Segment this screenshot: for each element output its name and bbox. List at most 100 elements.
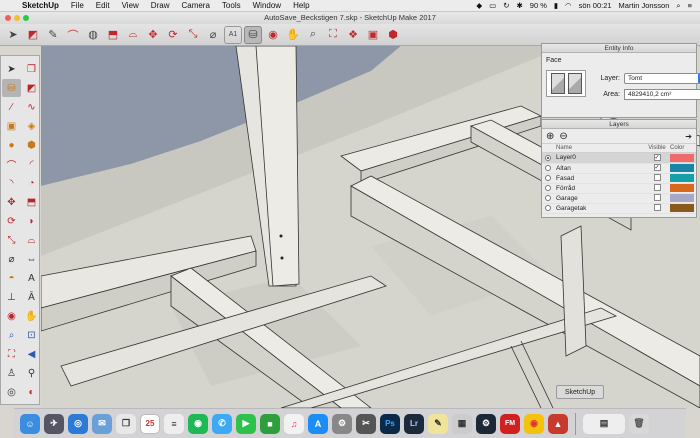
active-layer-radio[interactable] — [545, 184, 551, 191]
zoom-extents-tool-icon[interactable]: ⛶ — [324, 26, 342, 44]
polygon-icon[interactable]: ⬢ — [22, 136, 41, 154]
extension-warehouse-icon[interactable]: ▣ — [364, 26, 382, 44]
eraser-icon[interactable]: ◩ — [22, 79, 41, 97]
rotate-tool-icon[interactable]: ⟳ — [164, 26, 182, 44]
front-face-swatch[interactable] — [550, 73, 565, 94]
select-tool-icon[interactable]: ➤ — [4, 26, 22, 44]
paint-bucket-tool-icon[interactable]: ⛁ — [244, 25, 262, 44]
line-tool-icon[interactable]: ✎ — [44, 26, 62, 44]
layer-color-swatch[interactable] — [670, 153, 694, 162]
eraser-tool-icon[interactable]: ◩ — [24, 26, 42, 44]
warehouse-tool-icon[interactable]: ❖ — [344, 26, 362, 44]
active-layer-radio[interactable] — [545, 204, 551, 211]
layer-name[interactable]: Garage — [554, 193, 644, 203]
text-tool-icon[interactable]: A1 — [224, 25, 242, 44]
menu-tools[interactable]: Tools — [216, 1, 247, 10]
offset-icon[interactable]: ⌓ — [22, 231, 41, 249]
menu-window[interactable]: Window — [247, 1, 287, 10]
layer-color-swatch[interactable] — [670, 184, 694, 192]
paint-icon[interactable]: ⛁ — [2, 79, 21, 97]
tape-measure-tool-icon[interactable]: ⌀ — [204, 26, 222, 44]
select-icon[interactable]: ➤ — [2, 60, 21, 78]
mail-icon[interactable]: ✉ — [92, 413, 112, 434]
layer-name[interactable]: Förråd — [554, 183, 644, 193]
zoom-window-button[interactable] — [23, 15, 29, 21]
bluetooth-icon[interactable]: ✱ — [517, 1, 523, 10]
zoom-tool-icon[interactable]: ⌕ — [304, 26, 322, 44]
battery-icon[interactable]: ▮ — [554, 1, 558, 10]
rotate-icon[interactable]: ⟳ — [2, 212, 21, 230]
steam-icon[interactable]: ⚙ — [476, 413, 496, 434]
section-plane-icon[interactable]: ◐ — [22, 383, 41, 401]
safari-icon[interactable]: ◎ — [68, 413, 88, 434]
protractor-icon[interactable]: ◓ — [2, 269, 21, 287]
battery-percent[interactable]: 90 % — [530, 1, 547, 10]
arc-tool-icon[interactable]: ⌒ — [64, 26, 82, 44]
menu-app-name[interactable]: SketchUp — [16, 1, 65, 10]
delete-layer-icon[interactable]: ⊖ — [559, 131, 567, 142]
scale-icon[interactable]: ⤡ — [2, 231, 21, 249]
stickies-icon[interactable]: ✎ — [428, 413, 448, 434]
add-layer-icon[interactable]: ⊕ — [546, 131, 554, 142]
close-window-button[interactable] — [5, 15, 11, 21]
scale-tool-icon[interactable]: ⤡ — [184, 26, 202, 44]
layer-name[interactable]: Layer0 — [554, 153, 644, 163]
contacts-icon[interactable]: ❐ — [116, 413, 136, 434]
user-name[interactable]: Martin Jonsson — [619, 1, 670, 10]
extension-manager-icon[interactable]: ⬢ — [384, 26, 402, 44]
previous-view-icon[interactable]: ◀ — [22, 345, 41, 363]
layer-visible-checkbox[interactable]: ✓ — [653, 154, 661, 162]
zoom-window-icon[interactable]: ⊡ — [22, 326, 41, 344]
orbit-tool-icon[interactable]: ◉ — [264, 26, 282, 44]
sketchup-icon[interactable]: ▲ — [548, 413, 568, 434]
move-icon[interactable]: ✥ — [2, 193, 21, 211]
text-icon[interactable]: A — [22, 269, 41, 287]
menu-edit[interactable]: Edit — [90, 1, 116, 10]
messages-icon[interactable]: ✆ — [212, 413, 232, 434]
shapes-tool-icon[interactable]: ◍ — [84, 26, 102, 44]
layer-row[interactable]: Layer0 ✓ — [542, 153, 696, 163]
push-pull-icon[interactable]: ⬒ — [22, 193, 41, 211]
menu-view[interactable]: View — [116, 1, 145, 10]
3d-text-icon[interactable]: Ā — [22, 288, 41, 306]
tape-measure-icon[interactable]: ⌀ — [2, 250, 21, 268]
menu-list-icon[interactable]: ≡ — [688, 1, 692, 10]
minimized-window-icon[interactable]: ▤ — [583, 413, 625, 434]
push-pull-tool-icon[interactable]: ⬒ — [104, 26, 122, 44]
facetime-icon[interactable]: ▶ — [236, 413, 256, 434]
layer-visible-checkbox[interactable] — [653, 184, 661, 192]
details-arrow-icon[interactable]: ➔ — [685, 132, 692, 141]
pie-icon[interactable]: ◔ — [22, 174, 41, 192]
look-around-icon[interactable]: ◎ — [2, 383, 21, 401]
line-icon[interactable]: ∕ — [2, 98, 21, 116]
spotlight-icon[interactable]: ⌕ — [676, 1, 680, 11]
layer-visible-checkbox[interactable] — [653, 194, 661, 202]
lightroom-icon[interactable]: Lr — [404, 413, 424, 434]
walk-icon[interactable]: ⚲ — [22, 364, 41, 382]
layer-row[interactable]: Altan ✓ — [542, 163, 696, 173]
three-point-arc-icon[interactable]: ◝ — [2, 174, 21, 192]
trash-icon[interactable]: 🗑 — [629, 413, 649, 434]
arc-icon[interactable]: ⌒ — [2, 155, 21, 173]
offset-tool-icon[interactable]: ⌓ — [124, 26, 142, 44]
make-component-icon[interactable]: ❒ — [22, 60, 41, 78]
system-preferences-icon[interactable]: ⚙ — [332, 413, 352, 434]
layer-visible-checkbox[interactable]: ✓ — [653, 164, 661, 172]
orbit-icon[interactable]: ◉ — [2, 307, 21, 325]
move-tool-icon[interactable]: ✥ — [144, 26, 162, 44]
rectangle-icon[interactable]: ▣ — [2, 117, 21, 135]
preview-icon[interactable]: ▦ — [452, 413, 472, 434]
layer-visible-checkbox[interactable] — [653, 204, 661, 212]
menu-draw[interactable]: Draw — [145, 1, 176, 10]
finder-icon[interactable]: ☺ — [20, 413, 40, 434]
photoshop-icon[interactable]: Ps — [380, 413, 400, 434]
menu-file[interactable]: File — [65, 1, 90, 10]
circle-icon[interactable]: ● — [2, 136, 21, 154]
axes-icon[interactable]: ⊥ — [2, 288, 21, 306]
freehand-icon[interactable]: ∿ — [22, 98, 41, 116]
two-point-arc-icon[interactable]: ◜ — [22, 155, 41, 173]
layer-color-swatch[interactable] — [670, 174, 694, 182]
clock[interactable]: sön 00:21 — [579, 1, 612, 10]
chrome-icon[interactable]: ◉ — [524, 413, 544, 434]
pan-tool-icon[interactable]: ✋ — [284, 26, 302, 44]
